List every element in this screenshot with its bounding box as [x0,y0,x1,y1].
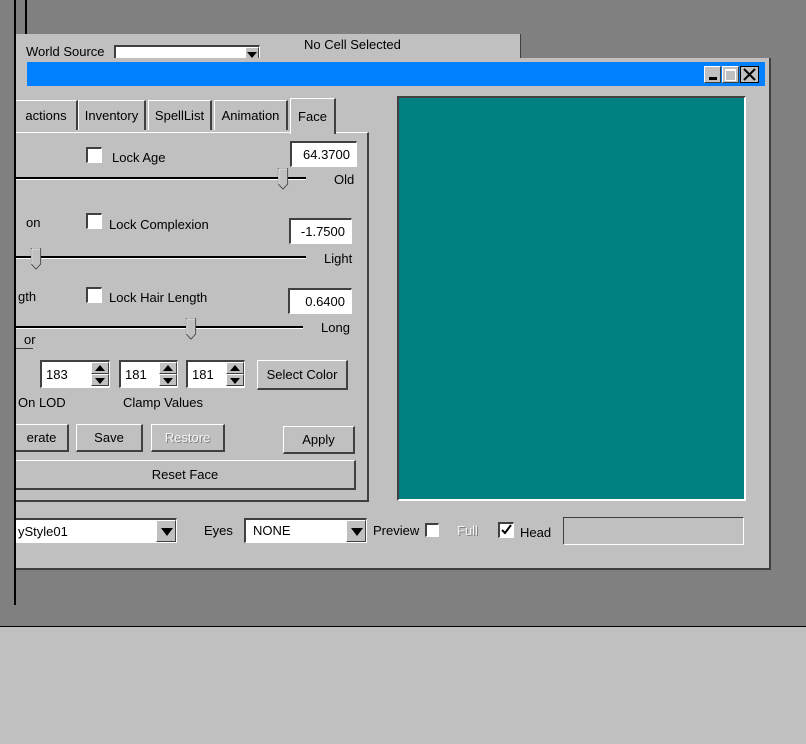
age-value-field[interactable]: 64.3700 [290,141,357,167]
hair-color-partial-label: or [24,332,36,347]
tab-inventory[interactable]: Inventory [78,100,146,130]
tab-label: actions [25,108,67,123]
lock-age-checkbox[interactable] [86,147,102,163]
status-text-field[interactable] [563,517,744,545]
age-end-label: Old [334,172,355,187]
group-box-edge [16,348,33,349]
save-button[interactable]: Save [76,424,143,452]
green-spinner[interactable]: 181 [119,360,178,388]
tab-label: Face [298,109,327,124]
spin-up-icon[interactable] [91,362,109,374]
complexion-value-field[interactable]: -1.7500 [289,218,352,244]
blue-value: 181 [192,367,214,382]
complexion-slider-thumb[interactable] [30,248,42,270]
restore-button[interactable]: Restore [151,424,225,452]
tab-label: Animation [221,108,280,123]
complexion-end-label: Light [324,251,353,266]
title-bar[interactable] [27,62,765,86]
apply-button[interactable]: Apply [283,426,355,454]
hair-length-slider-track[interactable] [16,326,303,329]
spin-down-icon[interactable] [91,374,109,386]
close-icon [743,68,756,81]
dropdown-button[interactable] [156,520,176,542]
hair-length-value-field[interactable]: 0.6400 [288,288,352,314]
tab-face[interactable]: Face [290,98,336,134]
eyes-label: Eyes [204,523,233,538]
age-slider-track[interactable] [16,177,306,180]
lock-hair-length-checkbox[interactable] [86,287,102,303]
maximize-button[interactable] [722,66,739,83]
spin-up-icon[interactable] [226,362,244,374]
head-checkbox[interactable] [498,522,514,538]
full-label: Full [457,523,478,538]
spin-down-icon[interactable] [226,374,244,386]
preview-label: Preview [373,523,420,538]
spin-up-icon[interactable] [159,362,177,374]
preview-checkbox[interactable] [425,523,439,537]
minimize-button[interactable] [704,66,721,83]
lock-complexion-checkbox[interactable] [86,213,102,229]
lock-complexion-label: Lock Complexion [109,217,209,232]
lock-hair-length-label: Lock Hair Length [109,290,208,305]
lod-partial-label: On LOD [18,395,66,410]
blue-spinner[interactable]: 181 [186,360,245,388]
reset-face-button[interactable]: Reset Face [16,460,356,490]
head-label: Head [520,525,552,540]
tab-label: Inventory [84,108,139,123]
eyes-dropdown[interactable]: NONE [244,518,367,543]
hair-length-slider-thumb[interactable] [185,318,197,340]
maximize-icon [725,68,736,81]
dropdown-button[interactable] [346,520,366,542]
tab-animation[interactable]: Animation [214,100,288,130]
tab-actions[interactable]: actions [16,100,78,130]
tab-label: SpellList [154,108,205,123]
hair-length-partial-label: gth [18,289,37,304]
green-value: 181 [125,367,147,382]
minimize-icon [708,77,717,80]
checkmark-icon [501,524,512,535]
chevron-down-icon [161,528,173,536]
hair-length-end-label: Long [321,320,350,335]
chevron-down-icon [351,528,363,536]
lower-panel [0,626,806,744]
red-spinner[interactable]: 183 [40,360,110,388]
eyes-value: NONE [253,523,291,538]
complexion-slider-track[interactable] [16,256,306,259]
face-preview-viewport[interactable] [397,96,746,501]
tab-spelllist[interactable]: SpellList [148,100,212,130]
red-value: 183 [46,367,68,382]
age-slider-thumb[interactable] [277,168,289,190]
complexion-partial-label: on [26,215,41,230]
hair-style-value: yStyle01 [18,524,68,539]
select-color-button[interactable]: Select Color [257,360,348,390]
lock-age-label: Lock Age [112,150,166,165]
close-button[interactable] [740,66,759,83]
spin-down-icon[interactable] [159,374,177,386]
world-source-label: World Source [26,44,105,59]
generate-button[interactable]: erate [16,424,69,452]
clamp-values-label: Clamp Values [123,395,203,410]
hair-style-dropdown[interactable]: yStyle01 [16,518,177,543]
cell-status: No Cell Selected [304,37,401,52]
